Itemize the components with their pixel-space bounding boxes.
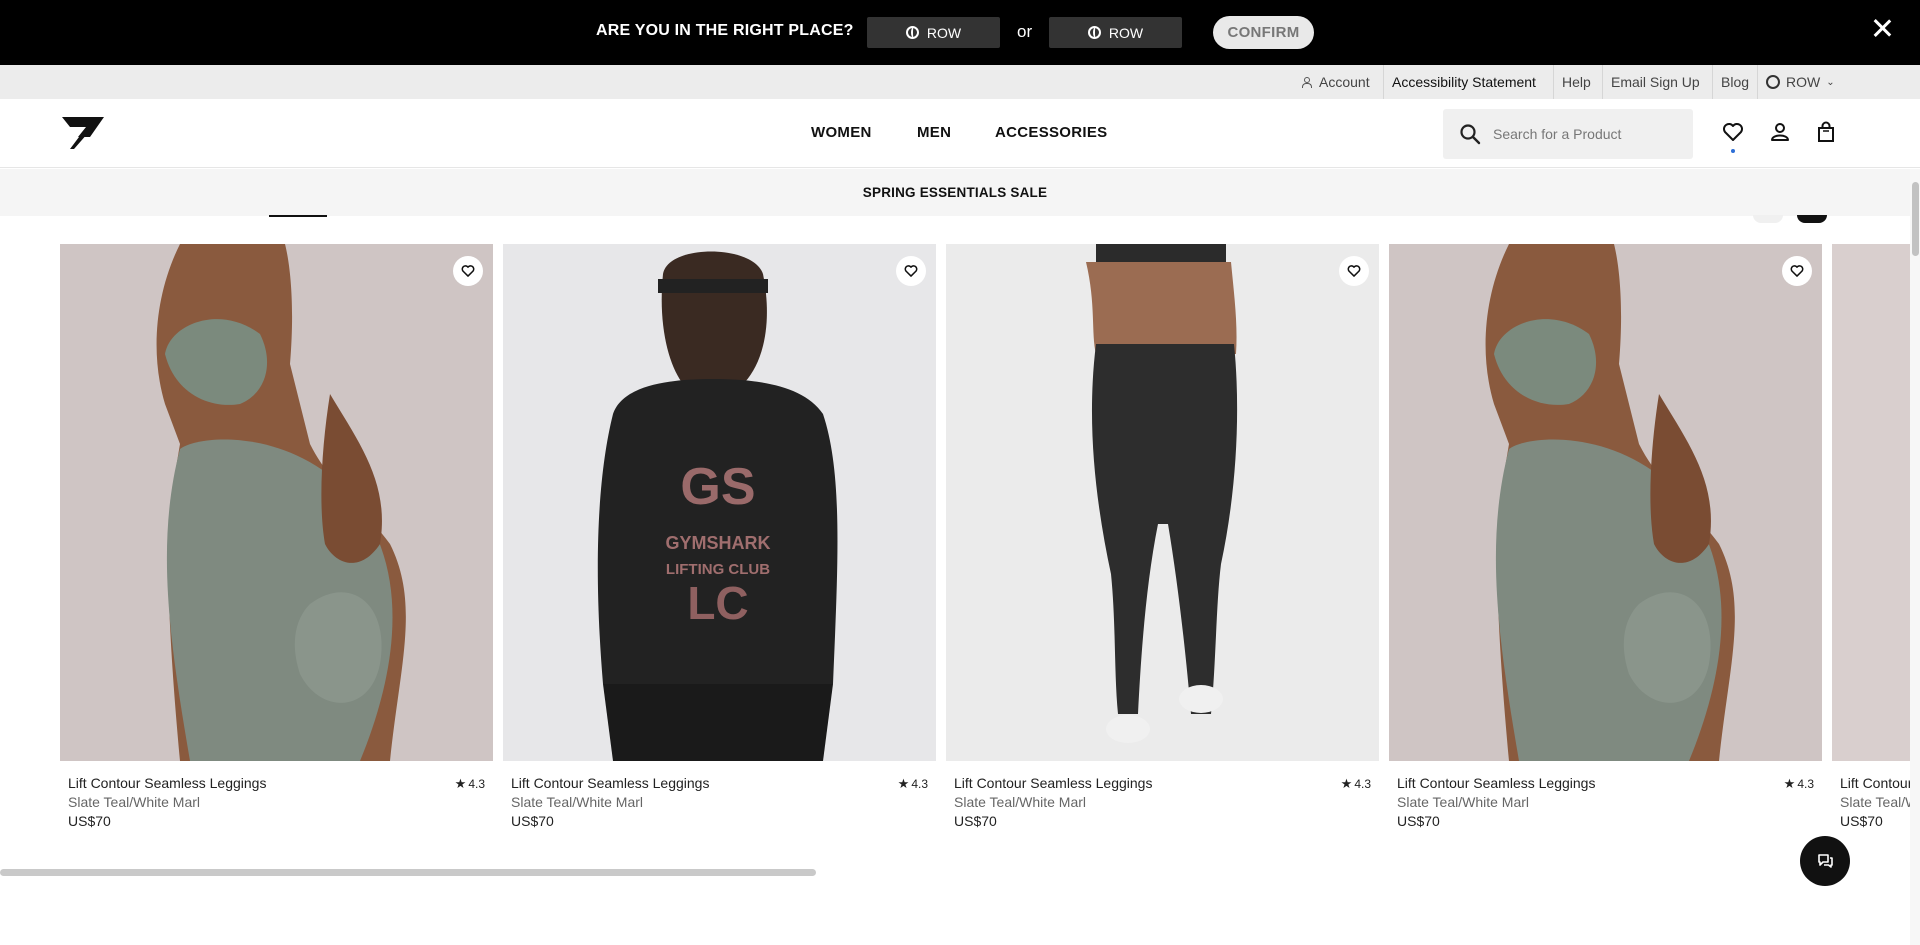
- wishlist-button[interactable]: [1339, 256, 1369, 286]
- help-link[interactable]: Help: [1553, 65, 1599, 99]
- email-signup-link-label: Email Sign Up: [1611, 74, 1700, 90]
- nav-accessories[interactable]: ACCESSORIES: [995, 124, 1108, 141]
- product-rating: ★ 4.3: [1784, 776, 1814, 792]
- accessibility-link-label: Accessibility Statement: [1392, 74, 1536, 90]
- svg-text:LIFTING CLUB: LIFTING CLUB: [666, 561, 770, 578]
- star-icon: ★: [454, 776, 467, 791]
- product-name[interactable]: Lift Contour Seamless Leggings: [511, 775, 709, 791]
- region-button-a-label: ROW: [926, 24, 962, 41]
- product-image[interactable]: [1832, 244, 1910, 761]
- heart-icon[interactable]: [1722, 121, 1744, 143]
- product-color: Slate Teal/White Marl: [511, 794, 644, 810]
- region-button-b-label: ROW: [1108, 24, 1144, 41]
- product-name[interactable]: Lift Contour Seamless Leggings: [68, 775, 266, 791]
- product-rating: ★ 4.3: [455, 776, 485, 792]
- region-question: ARE YOU IN THE RIGHT PLACE?: [596, 22, 854, 39]
- svg-text:GS: GS: [680, 458, 755, 516]
- product-name[interactable]: Lift Contour Seamless Leggings: [954, 775, 1152, 791]
- chat-button[interactable]: [1800, 836, 1850, 886]
- nav-women[interactable]: WOMEN: [811, 124, 872, 141]
- product-carousel: Lift Contour Seamless Leggings Slate Tea…: [0, 244, 1910, 844]
- product-name[interactable]: Lift Contour Seamless Leggings: [1397, 775, 1595, 791]
- globe-icon: [905, 26, 919, 39]
- page-scrollbar-thumb[interactable]: [1912, 182, 1919, 256]
- search-icon: [1460, 124, 1481, 145]
- flag-icon: [1766, 75, 1780, 89]
- svg-text:LC: LC: [687, 577, 748, 629]
- product-color: Slate Teal/White Marl: [1840, 794, 1910, 810]
- region-button-b[interactable]: ROW: [1049, 17, 1182, 48]
- svg-text:GYMSHARK: GYMSHARK: [665, 533, 770, 553]
- region-selector-label: ROW: [1786, 74, 1821, 90]
- product-image[interactable]: GS GYMSHARK LIFTING CLUB LC: [503, 244, 936, 761]
- logo-icon[interactable]: [60, 115, 106, 151]
- product-image[interactable]: [60, 244, 493, 761]
- close-icon[interactable]: [1870, 16, 1894, 40]
- product-color: Slate Teal/White Marl: [954, 794, 1087, 810]
- page-scrollbar[interactable]: [1910, 169, 1920, 945]
- account-icon[interactable]: [1769, 121, 1791, 143]
- product-color: Slate Teal/White Marl: [68, 794, 201, 810]
- region-banner: ARE YOU IN THE RIGHT PLACE? ROW or ROW C…: [0, 0, 1920, 65]
- heart-icon: [461, 265, 475, 277]
- rating-value: 4.3: [468, 777, 485, 791]
- chat-icon: [1818, 854, 1833, 868]
- main-header: WOMEN MEN ACCESSORIES: [0, 99, 1920, 168]
- account-link-label: Account: [1319, 74, 1370, 90]
- rating-value: 4.3: [911, 777, 928, 791]
- email-signup-link[interactable]: Email Sign Up: [1602, 65, 1708, 99]
- account-icon: [1301, 77, 1312, 88]
- or-text: or: [1017, 22, 1033, 41]
- product-price: US$70: [1840, 813, 1883, 829]
- wishlist-indicator: [1731, 149, 1735, 153]
- carousel-scrollbar[interactable]: [0, 869, 816, 876]
- accessibility-link[interactable]: Accessibility Statement: [1383, 65, 1544, 99]
- product-name[interactable]: Lift Contour Seamless Leggings: [1840, 775, 1910, 791]
- help-link-label: Help: [1562, 74, 1591, 90]
- rating-value: 4.3: [1354, 777, 1371, 791]
- product-price: US$70: [954, 813, 997, 829]
- account-link[interactable]: Account: [1293, 65, 1378, 99]
- star-icon: ★: [1340, 776, 1353, 791]
- star-icon: ★: [897, 776, 910, 791]
- carousel-prev-button[interactable]: [1753, 215, 1783, 223]
- utility-bar: Account Accessibility Statement Help Ema…: [0, 65, 1920, 99]
- region-button-a[interactable]: ROW: [867, 17, 1000, 48]
- product-image[interactable]: [1389, 244, 1822, 761]
- nav-men[interactable]: MEN: [917, 124, 951, 141]
- heart-icon: [904, 265, 918, 277]
- wishlist-button[interactable]: [453, 256, 483, 286]
- carousel-next-button[interactable]: [1797, 215, 1827, 223]
- wishlist-button[interactable]: [1782, 256, 1812, 286]
- search-box[interactable]: [1443, 109, 1693, 159]
- chevron-down-icon: ⌄: [1826, 76, 1835, 88]
- blog-link[interactable]: Blog: [1712, 65, 1757, 99]
- heart-icon: [1347, 265, 1361, 277]
- product-rating: ★ 4.3: [1341, 776, 1371, 792]
- blog-link-label: Blog: [1721, 74, 1750, 90]
- confirm-button[interactable]: CONFIRM: [1213, 16, 1314, 49]
- product-image[interactable]: [946, 244, 1379, 761]
- search-input[interactable]: [1493, 123, 1683, 145]
- globe-icon: [1087, 26, 1101, 39]
- product-price: US$70: [511, 813, 554, 829]
- region-selector[interactable]: ROW ⌄: [1757, 65, 1843, 99]
- wishlist-button[interactable]: [896, 256, 926, 286]
- product-color: Slate Teal/White Marl: [1397, 794, 1530, 810]
- product-rating: ★ 4.3: [898, 776, 928, 792]
- promo-banner[interactable]: SPRING ESSENTIALS SALE: [0, 169, 1910, 216]
- product-price: US$70: [1397, 813, 1440, 829]
- bag-icon[interactable]: [1815, 121, 1837, 143]
- heart-icon: [1790, 265, 1804, 277]
- tab-underline: [269, 215, 327, 217]
- product-price: US$70: [68, 813, 111, 829]
- rating-value: 4.3: [1797, 777, 1814, 791]
- star-icon: ★: [1783, 776, 1796, 791]
